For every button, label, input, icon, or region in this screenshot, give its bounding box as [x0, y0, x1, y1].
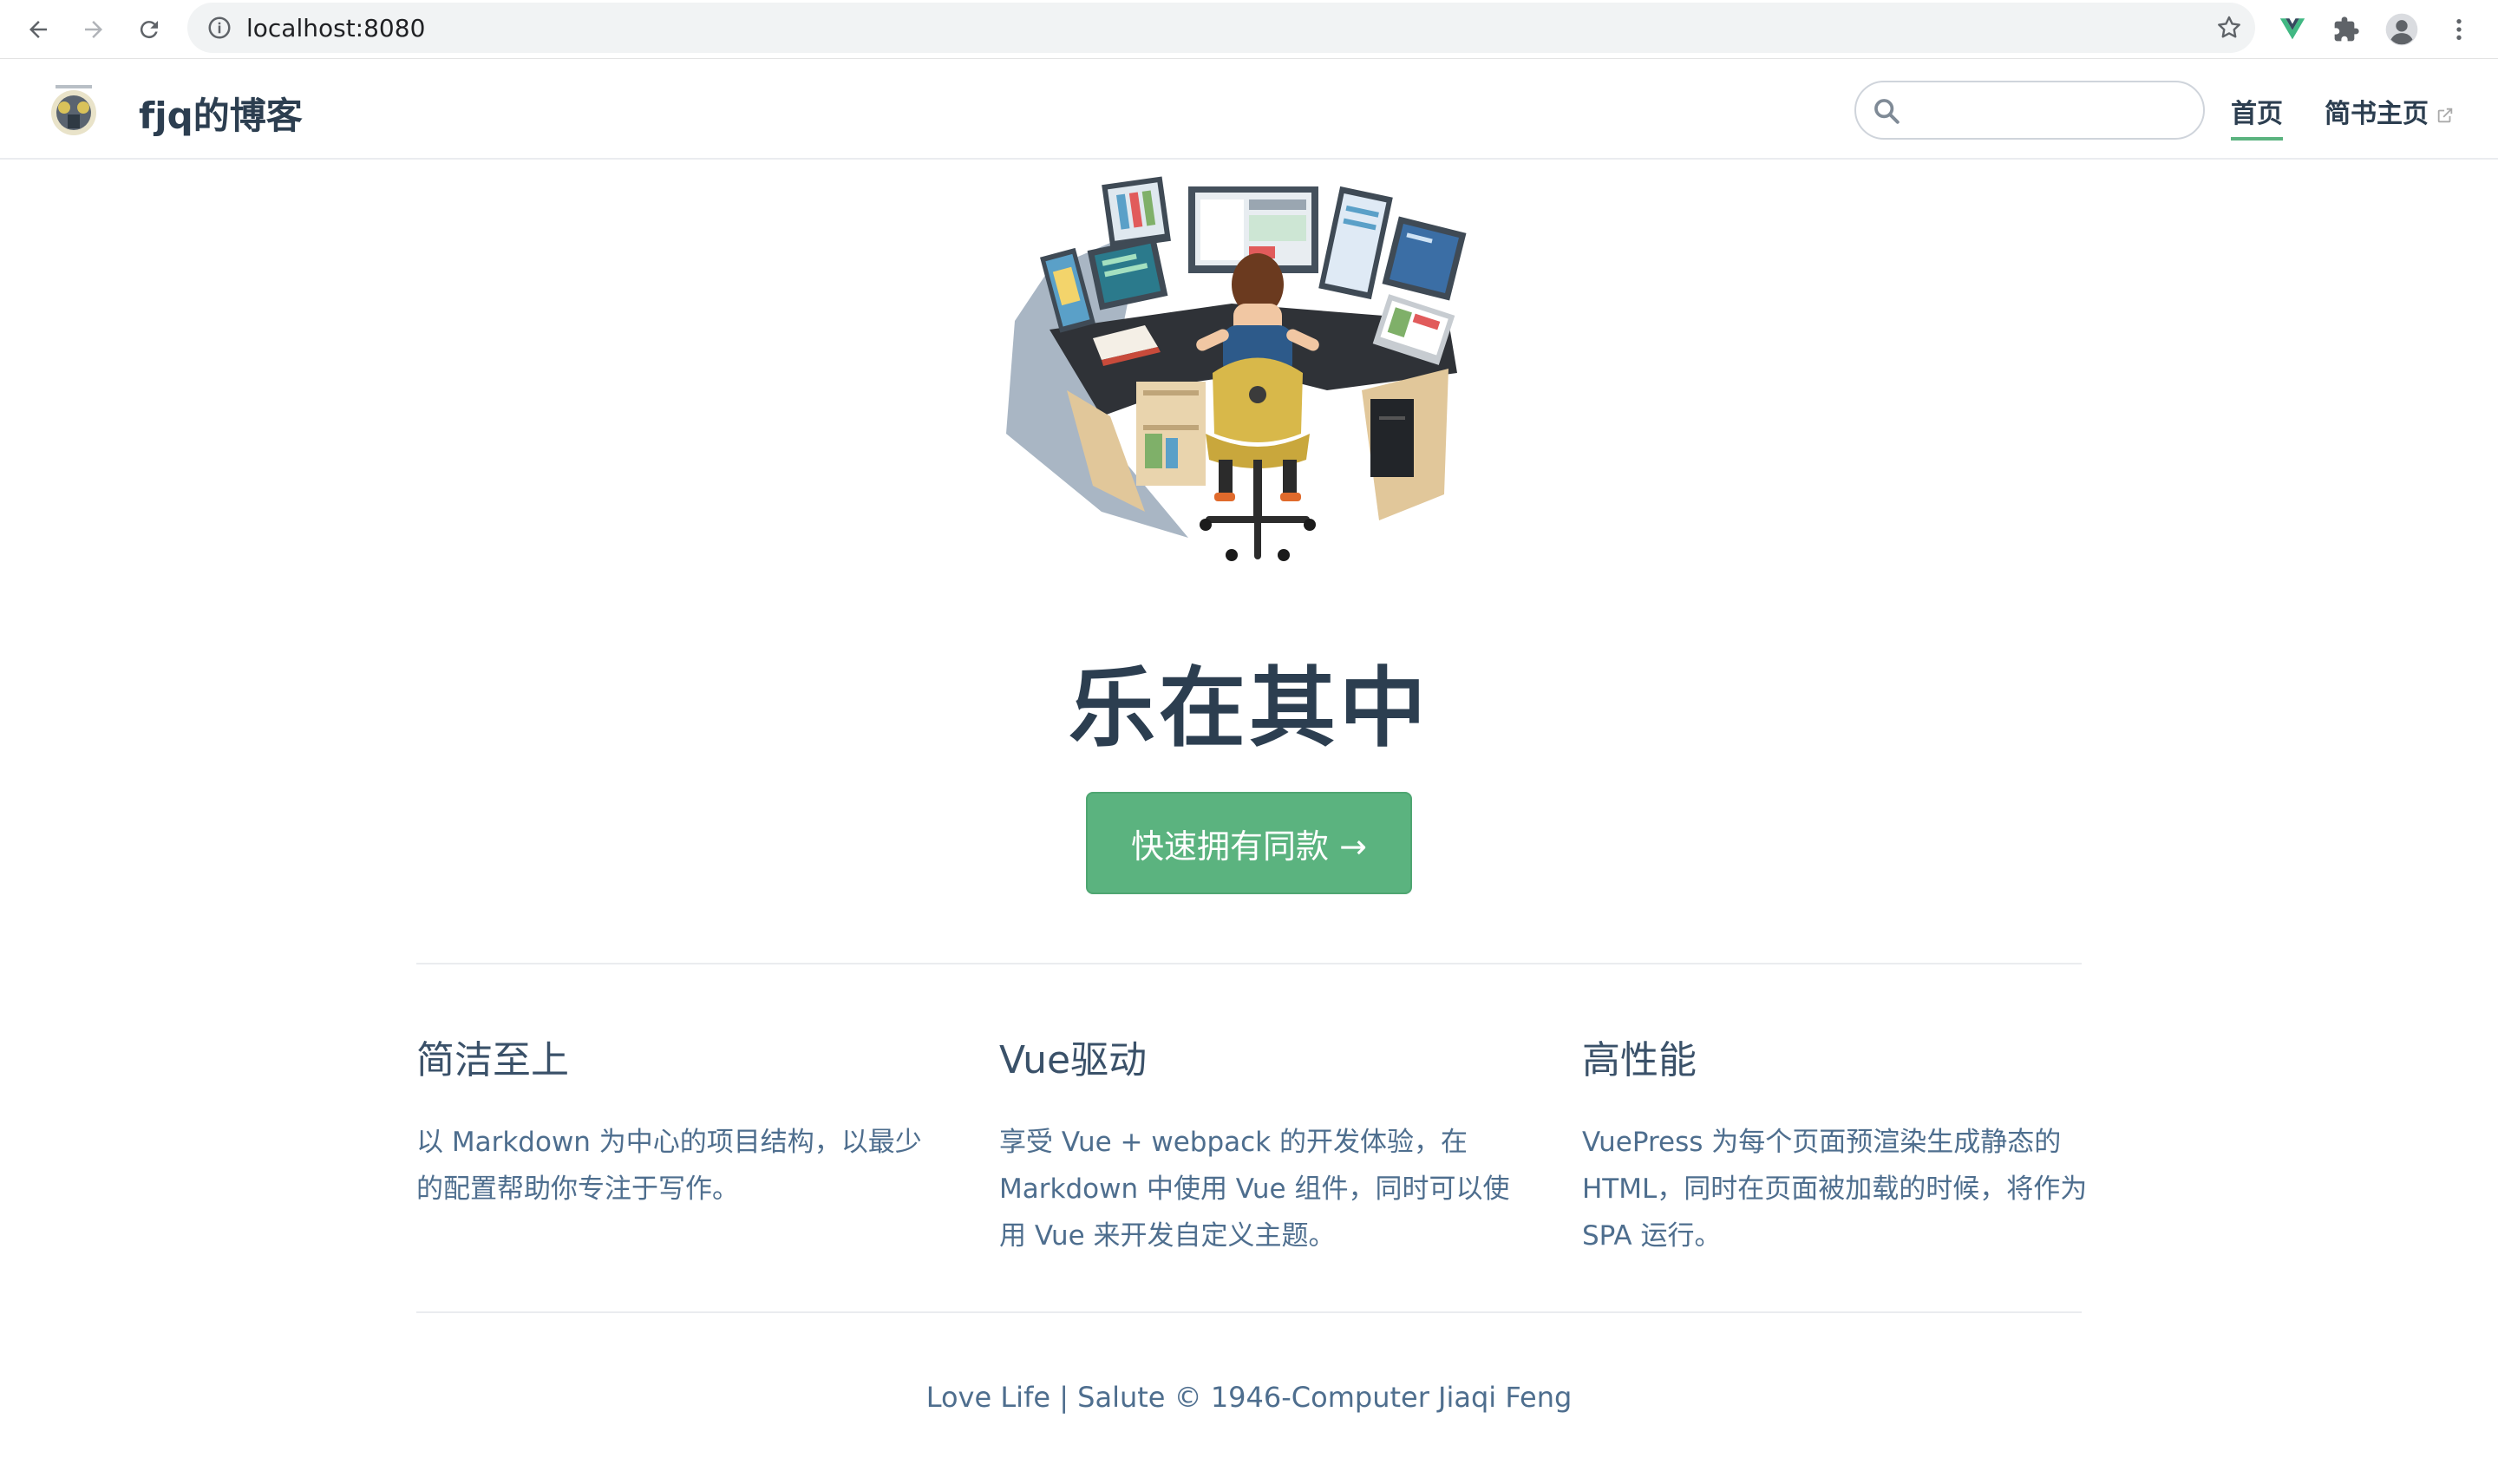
- hero-illustration: [997, 173, 1475, 572]
- bookmark-star-icon[interactable]: [2215, 14, 2243, 42]
- url-text[interactable]: localhost:8080: [246, 14, 425, 42]
- developer-workstation-illustration: [1006, 176, 1467, 561]
- extensions-button[interactable]: [2328, 11, 2364, 48]
- site-logo[interactable]: [43, 80, 104, 141]
- forward-icon: [85, 21, 102, 38]
- back-icon: [29, 21, 47, 38]
- search-icon: [1874, 99, 1900, 124]
- feature-details: VuePress 为每个页面预渲染生成静态的 HTML，同时在页面被加载的时候，…: [1582, 1127, 2088, 1252]
- profile-button[interactable]: [2384, 11, 2420, 48]
- extensions-puzzle-icon: [2334, 16, 2359, 42]
- feature-card: Vue驱动 享受 Vue + webpack 的开发体验，在 Markdown …: [999, 1029, 1520, 1259]
- page-footer: Love Life | Salute © 1946-Computer Jiaqi…: [925, 1381, 1573, 1414]
- external-link-icon: [2437, 108, 2453, 122]
- feature-title: Vue驱动: [999, 1038, 1148, 1082]
- vue-devtools-extension[interactable]: [2274, 11, 2311, 48]
- hero-title: 乐在其中: [1069, 657, 1429, 759]
- vue-devtools-icon: [2279, 18, 2305, 40]
- feature-title: 高性能: [1582, 1038, 1697, 1082]
- divider: [416, 1311, 2082, 1313]
- nav-link-home[interactable]: 首页: [2231, 92, 2283, 141]
- site-navbar: fjq的博客 首页 简书主页: [0, 59, 2498, 160]
- divider: [416, 963, 2082, 964]
- feature-title: 简洁至上: [416, 1038, 569, 1082]
- site-name[interactable]: fjq的博客: [139, 87, 303, 140]
- more-menu-button[interactable]: [2441, 11, 2477, 48]
- address-bar[interactable]: localhost:8080: [187, 3, 2255, 53]
- forward-button[interactable]: [73, 9, 114, 50]
- nav-link-jianshu-label: 简书主页: [2325, 99, 2429, 129]
- browser-toolbar: localhost:8080: [0, 0, 2498, 59]
- feature-details: 以 Markdown 为中心的项目结构，以最少的配置帮助你专注于写作。: [416, 1127, 922, 1205]
- cta-button[interactable]: 快速拥有同款 →: [1086, 792, 1412, 894]
- feature-card: 简洁至上 以 Markdown 为中心的项目结构，以最少的配置帮助你专注于写作。: [416, 1029, 937, 1213]
- reload-icon: [140, 21, 158, 39]
- feature-card: 高性能 VuePress 为每个页面预渲染生成静态的 HTML，同时在页面被加载…: [1582, 1029, 2102, 1259]
- reload-button[interactable]: [128, 9, 170, 50]
- search-input[interactable]: [1854, 81, 2205, 140]
- feature-details: 享受 Vue + webpack 的开发体验，在 Markdown 中使用 Vu…: [999, 1127, 1510, 1252]
- more-menu-icon: [2456, 19, 2462, 40]
- nav-link-jianshu[interactable]: 简书主页: [2325, 92, 2455, 130]
- logo-emblem-icon: [43, 80, 104, 141]
- info-icon[interactable]: [206, 15, 232, 41]
- profile-avatar-icon: [2385, 13, 2418, 46]
- back-button[interactable]: [17, 9, 59, 50]
